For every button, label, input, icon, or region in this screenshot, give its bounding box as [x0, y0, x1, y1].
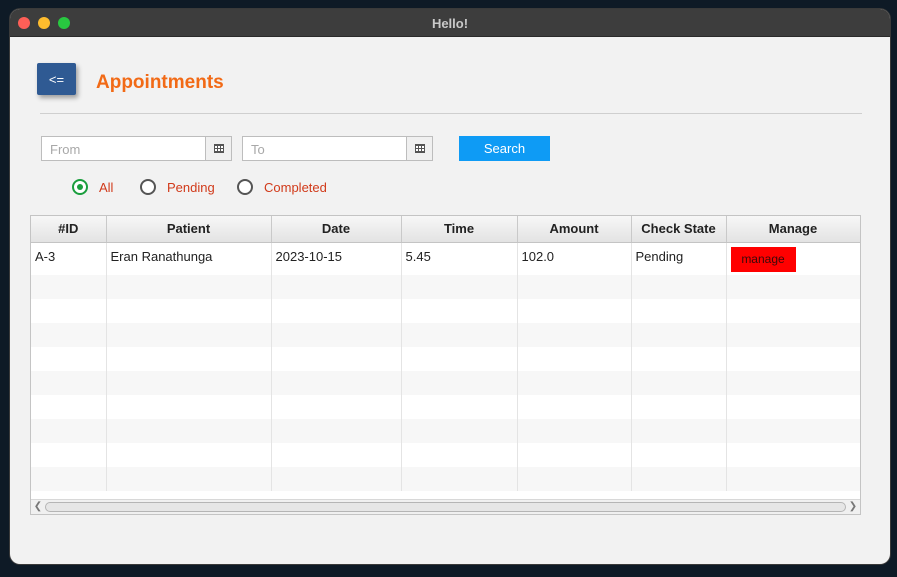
page-title: Appointments: [96, 72, 224, 93]
scroll-left-icon[interactable]: ❮: [31, 500, 45, 514]
empty-table-row: [31, 419, 860, 443]
title-bar: Hello!: [10, 9, 890, 37]
radio-pending-label: Pending: [167, 179, 215, 195]
window-title: Hello!: [431, 16, 469, 31]
radio-unselected-icon[interactable]: [237, 179, 253, 195]
empty-table-row: [31, 323, 860, 347]
manage-button[interactable]: manage: [730, 246, 796, 272]
empty-table-row: [31, 275, 860, 299]
to-date-input[interactable]: To: [243, 137, 406, 160]
radio-all[interactable]: All: [72, 179, 113, 195]
back-button[interactable]: <=: [37, 63, 76, 95]
header-divider: [40, 113, 862, 114]
column-header-date[interactable]: Date: [271, 216, 402, 243]
from-date-input[interactable]: From: [42, 137, 205, 160]
cell-time: 5.45: [401, 242, 518, 275]
to-date-field[interactable]: To: [242, 136, 433, 161]
calendar-icon[interactable]: [205, 137, 231, 160]
cell-date: 2023-10-15: [271, 242, 402, 275]
cell-id: A-3: [31, 242, 107, 275]
cell-patient: Eran Ranathunga: [106, 242, 272, 275]
cell-manage: manage: [726, 242, 860, 275]
from-date-field[interactable]: From: [41, 136, 232, 161]
cell-amount: 102.0: [517, 242, 632, 275]
empty-table-row: [31, 347, 860, 371]
column-header-patient[interactable]: Patient: [106, 216, 272, 243]
column-header-amount[interactable]: Amount: [517, 216, 632, 243]
column-header-time[interactable]: Time: [401, 216, 518, 243]
scroll-right-icon[interactable]: ❯: [846, 500, 860, 514]
table-row[interactable]: A-3 Eran Ranathunga 2023-10-15 5.45 102.…: [31, 242, 860, 275]
radio-pending[interactable]: Pending: [140, 179, 215, 195]
empty-table-row: [31, 395, 860, 419]
column-header-check-state[interactable]: Check State: [631, 216, 727, 243]
radio-completed[interactable]: Completed: [237, 179, 327, 195]
radio-all-label: All: [99, 179, 114, 195]
calendar-icon[interactable]: [406, 137, 432, 160]
table-header-row: #ID Patient Date Time Amount Check State…: [31, 216, 860, 243]
scrollbar-thumb[interactable]: [45, 502, 846, 512]
radio-unselected-icon[interactable]: [140, 179, 156, 195]
empty-table-row: [31, 299, 860, 323]
appointments-table: #ID Patient Date Time Amount Check State…: [30, 215, 861, 515]
empty-table-row: [31, 443, 860, 467]
radio-selected-icon[interactable]: [72, 179, 88, 195]
empty-table-row: [31, 371, 860, 395]
radio-completed-label: Completed: [264, 179, 327, 195]
column-header-id[interactable]: #ID: [31, 216, 107, 243]
empty-table-row: [31, 467, 860, 491]
app-window: Hello! <= Appointments From To Search Al…: [10, 9, 890, 564]
horizontal-scrollbar[interactable]: ❮ ❯: [31, 499, 860, 514]
search-button[interactable]: Search: [459, 136, 550, 161]
column-header-manage[interactable]: Manage: [726, 216, 860, 243]
cell-check-state: Pending: [631, 242, 727, 275]
